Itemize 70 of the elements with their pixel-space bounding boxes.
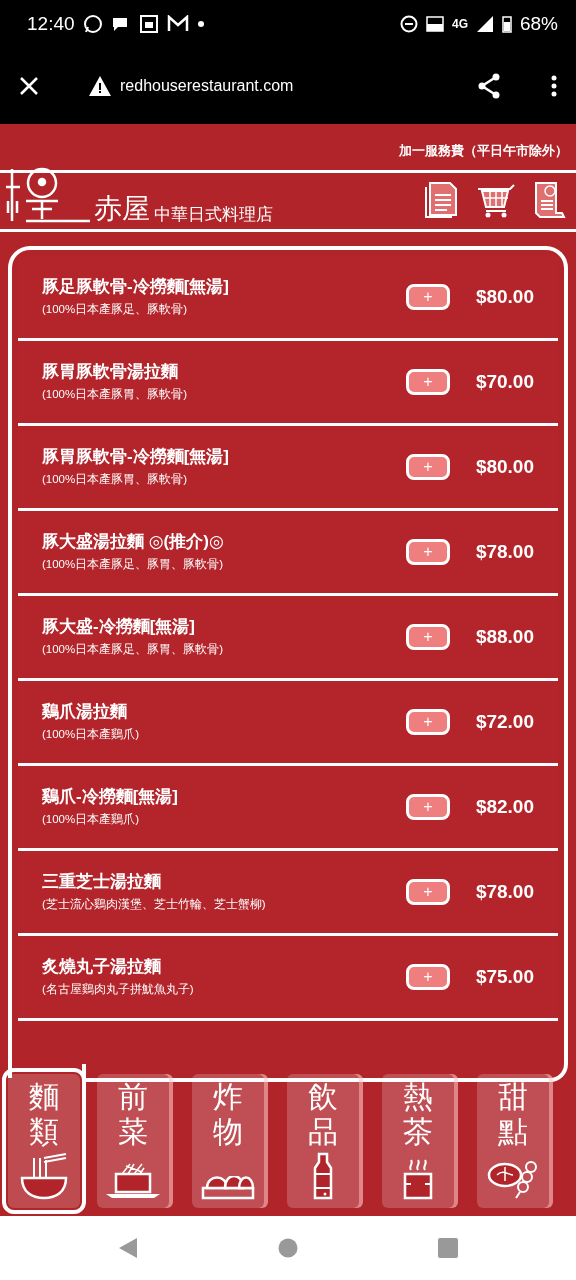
item-name: 豚胃豚軟骨-冷撈麵[無湯] — [42, 447, 230, 468]
category-tab[interactable]: 炸物 — [192, 1074, 264, 1208]
item-description: (100%日本產豚足、豚胃、豚軟骨) — [42, 641, 225, 657]
add-button[interactable]: + — [406, 624, 450, 650]
category-tab[interactable]: 甜點 — [477, 1074, 549, 1208]
item-price: $78.00 — [474, 879, 534, 904]
do-not-disturb-icon — [399, 15, 418, 33]
bottle-icon — [313, 1152, 333, 1200]
category-tab[interactable]: 飲品 — [287, 1074, 359, 1208]
item-price: $82.00 — [474, 794, 534, 819]
item-description: (100%日本產豚胃、豚軟骨) — [42, 471, 189, 487]
battery-percent: 68% — [519, 11, 558, 36]
cart-icon[interactable] — [476, 183, 516, 219]
add-button[interactable]: + — [406, 539, 450, 565]
add-button[interactable]: + — [406, 454, 450, 480]
item-description: (100%日本產豚足、豚胃、豚軟骨) — [42, 556, 225, 572]
add-button[interactable]: + — [406, 369, 450, 395]
add-button[interactable]: + — [406, 284, 450, 310]
item-description: (100%日本產鷄爪) — [42, 726, 141, 742]
dot-icon — [196, 20, 205, 28]
service-charge-notice: 加一服務費（平日午市除外） — [398, 142, 569, 160]
item-description: (名古屋鷄肉丸子拼魷魚丸子) — [42, 981, 195, 997]
fried-food-icon — [201, 1176, 255, 1200]
item-price: $80.00 — [474, 454, 534, 479]
close-icon[interactable] — [18, 75, 40, 97]
item-description: (100%日本產豚胃、豚軟骨) — [42, 386, 189, 402]
add-button[interactable]: + — [406, 964, 450, 990]
dessert-icon — [487, 1160, 539, 1200]
more-icon[interactable] — [550, 75, 558, 97]
item-name: 鷄爪-冷撈麵[無湯] — [42, 787, 179, 808]
item-description: (100%日本產豚足、豚軟骨) — [42, 301, 189, 317]
item-name: 豚足豚軟骨-冷撈麵[無湯] — [42, 277, 230, 298]
volte-icon — [425, 15, 444, 33]
tofu-plate-icon — [104, 1162, 162, 1200]
category-tab[interactable]: 前菜 — [97, 1074, 169, 1208]
share-icon[interactable] — [476, 73, 502, 99]
item-description: (100%日本產鷄爪) — [42, 811, 141, 827]
item-price: $80.00 — [474, 284, 534, 309]
add-button[interactable]: + — [406, 794, 450, 820]
calendar-icon — [138, 14, 159, 34]
item-price: $78.00 — [474, 539, 534, 564]
battery-icon — [501, 15, 512, 33]
warning-icon — [88, 75, 112, 97]
mail-icon — [166, 15, 189, 33]
add-button[interactable]: + — [406, 709, 450, 735]
item-price: $88.00 — [474, 624, 534, 649]
chat-icon — [82, 14, 103, 34]
receipt-icon[interactable] — [532, 181, 566, 219]
add-button[interactable]: + — [406, 879, 450, 905]
item-name: 炙燒丸子湯拉麵 — [42, 957, 162, 978]
item-name: 豚大盛湯拉麵 ◎(推介)◎ — [42, 532, 225, 553]
item-price: $75.00 — [474, 964, 534, 989]
item-name: 豚胃豚軟骨湯拉麵 — [42, 362, 179, 383]
item-price: $70.00 — [474, 369, 534, 394]
item-price: $72.00 — [474, 709, 534, 734]
brand-name: 赤屋 — [94, 195, 150, 223]
signal-icon — [475, 15, 494, 33]
network-type: 4G — [451, 16, 468, 33]
item-name: 三重芝士湯拉麵 — [42, 872, 162, 893]
url-text[interactable]: redhouserestaurant.com — [120, 74, 294, 98]
category-tab[interactable]: 熱茶 — [382, 1074, 454, 1208]
document-icon[interactable] — [424, 181, 460, 219]
brand-subtitle: 中華日式料理店 — [154, 206, 273, 223]
back-icon[interactable] — [118, 1237, 138, 1259]
item-name: 豚大盛-冷撈麵[無湯] — [42, 617, 196, 638]
item-name: 鷄爪湯拉麵 — [42, 702, 128, 723]
hot-cup-icon — [403, 1158, 433, 1200]
item-description: (芝士流心鷄肉漢堡、芝士竹輪、芝士蟹柳) — [42, 896, 267, 912]
home-icon[interactable] — [278, 1238, 298, 1258]
status-time: 12:40 — [27, 11, 75, 36]
